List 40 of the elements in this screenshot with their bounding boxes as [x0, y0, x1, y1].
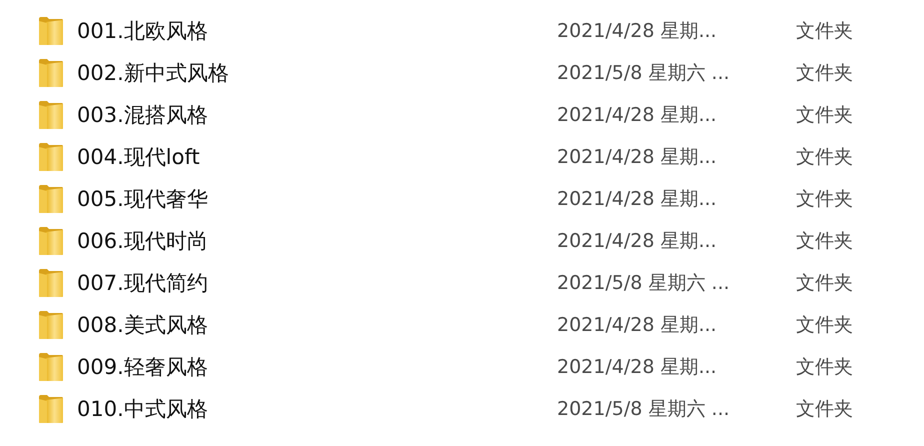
folder-name[interactable]: 004.现代loft — [77, 143, 557, 171]
folder-icon — [38, 100, 64, 130]
folder-name[interactable]: 008.美式风格 — [77, 311, 557, 339]
file-type: 文件夹 — [796, 19, 854, 44]
date-modified: 2021/5/8 星期六 ... — [557, 271, 731, 296]
folder-icon — [38, 142, 64, 172]
folder-icon — [38, 16, 64, 46]
date-modified: 2021/4/28 星期... — [557, 355, 718, 380]
folder-name[interactable]: 001.北欧风格 — [77, 17, 557, 45]
folder-name[interactable]: 009.轻奢风格 — [77, 353, 557, 381]
file-type: 文件夹 — [796, 397, 854, 422]
folder-icon — [38, 226, 64, 256]
date-modified: 2021/5/8 星期六 ... — [557, 397, 731, 422]
folder-name[interactable]: 006.现代时尚 — [77, 227, 557, 255]
folder-name[interactable]: 003.混搭风格 — [77, 101, 557, 129]
folder-icon — [38, 310, 64, 340]
folder-icon — [38, 268, 64, 298]
file-type: 文件夹 — [796, 355, 854, 380]
date-modified: 2021/4/28 星期... — [557, 19, 718, 44]
date-modified: 2021/5/8 星期六 ... — [557, 61, 731, 86]
folder-icon — [38, 184, 64, 214]
folder-name[interactable]: 010.中式风格 — [77, 395, 557, 423]
date-modified: 2021/4/28 星期... — [557, 103, 718, 128]
date-modified: 2021/4/28 星期... — [557, 145, 718, 170]
folder-name[interactable]: 002.新中式风格 — [77, 59, 557, 87]
folder-icon — [38, 352, 64, 382]
file-type: 文件夹 — [796, 61, 854, 86]
file-type: 文件夹 — [796, 145, 854, 170]
file-type: 文件夹 — [796, 103, 854, 128]
folder-icon — [38, 58, 64, 88]
date-modified: 2021/4/28 星期... — [557, 313, 718, 338]
file-type: 文件夹 — [796, 313, 854, 338]
folder-icon — [38, 394, 64, 424]
file-type: 文件夹 — [796, 187, 854, 212]
date-modified: 2021/4/28 星期... — [557, 229, 718, 254]
file-type: 文件夹 — [796, 229, 854, 254]
date-modified: 2021/4/28 星期... — [557, 187, 718, 212]
folder-name[interactable]: 005.现代奢华 — [77, 185, 557, 213]
file-type: 文件夹 — [796, 271, 854, 296]
folder-name[interactable]: 007.现代简约 — [77, 269, 557, 297]
